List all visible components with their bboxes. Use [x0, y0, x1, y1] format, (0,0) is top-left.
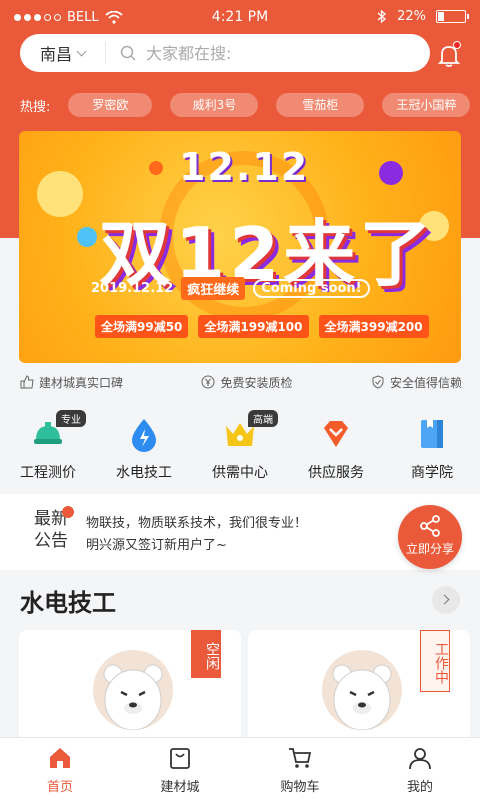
- notice-line: 明兴源又签订新用户了~: [86, 538, 227, 553]
- user-icon: [409, 748, 431, 770]
- category-item[interactable]: 水电技工: [96, 408, 192, 488]
- hot-search-chip[interactable]: 威利3号: [170, 93, 259, 117]
- bear-avatar-icon: [103, 664, 163, 730]
- shopping-bag-icon: [170, 748, 190, 769]
- tab-materials[interactable]: 建材城: [120, 738, 240, 800]
- banner-date-title: 12.12: [179, 145, 310, 189]
- category-label: 供应服务: [308, 465, 364, 481]
- search-bar: 南昌: [20, 34, 430, 72]
- notification-button[interactable]: [436, 41, 462, 68]
- guarantee-row: 建材城真实口碑 免费安装质检 安全值得信赖: [20, 372, 462, 392]
- diamond-icon: [324, 421, 348, 447]
- category-label: 商学院: [411, 465, 453, 481]
- tab-home[interactable]: 首页: [0, 738, 120, 800]
- tab-label: 建材城: [160, 780, 200, 795]
- hot-search-chip[interactable]: 雪茄柜: [276, 93, 365, 117]
- chevron-down-icon: [76, 46, 87, 56]
- status-badge: 空闲: [191, 630, 221, 678]
- promo-label: 全场满99减50: [95, 315, 189, 338]
- battery-icon: [436, 10, 469, 23]
- guarantee-label: 建材城真实口碑: [39, 375, 124, 390]
- search-input[interactable]: [146, 43, 396, 63]
- guarantee-label: 免费安装质检: [220, 375, 293, 390]
- banner-date-line: 2019.12.12: [91, 280, 174, 296]
- category-grid: 专业 工程测价 水电技工 高端 供需中心 供应服务 商学院: [0, 408, 480, 488]
- banner-subline: 2019.12.12 疯狂继续 Coming soon!: [91, 275, 370, 301]
- guarantee-item: 安全值得信赖: [371, 372, 462, 392]
- category-item[interactable]: 高端 供需中心: [192, 408, 288, 488]
- city-label: 南昌: [39, 45, 72, 64]
- notification-dot: [453, 41, 461, 49]
- category-badge: 高端: [248, 410, 278, 427]
- hot-search-label: 热搜:: [20, 99, 51, 115]
- promo-banner[interactable]: 12.12 双12来了 2019.12.12 疯狂继续 Coming soon!…: [19, 131, 461, 363]
- status-badge: 工作中: [420, 630, 450, 692]
- status-bar: BELL 4:21 PM 22%: [0, 0, 480, 34]
- search-field[interactable]: [106, 43, 430, 63]
- promo-label: 全场满199减100: [198, 315, 309, 338]
- hot-search-chip[interactable]: 王冠小国粹: [382, 93, 471, 117]
- category-label: 供需中心: [212, 465, 268, 481]
- decor-ball: [77, 227, 97, 247]
- water-drop-icon: [132, 419, 156, 452]
- battery-percent: 22%: [397, 9, 426, 24]
- cart-icon: [289, 748, 312, 768]
- promo-label: 全场满399减200: [318, 315, 429, 338]
- share-button[interactable]: 立即分享: [398, 505, 462, 569]
- guarantee-item: 建材城真实口碑: [20, 372, 123, 392]
- shield-icon: [372, 375, 384, 389]
- decor-ball: [379, 161, 403, 185]
- tab-cart[interactable]: 购物车: [240, 738, 360, 800]
- category-label: 水电技工: [116, 465, 172, 481]
- home-icon: [50, 748, 70, 768]
- tab-label: 首页: [46, 780, 73, 795]
- category-item[interactable]: 商学院: [384, 408, 480, 488]
- bluetooth-icon: [377, 9, 387, 24]
- hot-search-chip[interactable]: 罗密欧: [68, 93, 153, 117]
- bear-avatar-icon: [332, 664, 392, 730]
- category-item[interactable]: 供应服务: [288, 408, 384, 488]
- book-icon: [421, 420, 443, 448]
- chevron-right-icon: [439, 594, 450, 605]
- banner-tag: 疯狂继续: [181, 276, 246, 300]
- decor-circle: [37, 171, 83, 217]
- yuan-icon: [201, 375, 215, 389]
- banner-promos: 全场满99减50 全场满199减100 全场满399减200: [95, 315, 429, 338]
- notice-line: 物联技，物质联系技术，我们很专业！: [86, 516, 308, 531]
- more-button[interactable]: [432, 586, 460, 614]
- hot-search-row: 热搜: 罗密欧 威利3号 雪茄柜 王冠小国粹: [20, 92, 471, 118]
- category-badge: 专业: [56, 410, 86, 427]
- city-selector[interactable]: 南昌: [20, 42, 106, 64]
- share-label: 立即分享: [405, 542, 454, 556]
- search-icon: [120, 45, 136, 61]
- tab-label: 我的: [406, 780, 433, 795]
- tab-profile[interactable]: 我的: [360, 738, 480, 800]
- avatar: [93, 650, 173, 730]
- category-label: 工程测价: [20, 465, 76, 481]
- share-icon: [420, 515, 440, 537]
- section-title: 水电技工: [20, 589, 116, 617]
- new-indicator: [62, 506, 74, 518]
- guarantee-item: 免费安装质检: [201, 372, 293, 392]
- tab-label: 购物车: [280, 780, 320, 795]
- guarantee-label: 安全值得信赖: [389, 375, 462, 390]
- category-item[interactable]: 专业 工程测价: [0, 408, 96, 488]
- decor-coin: [149, 161, 163, 175]
- banner-coming-soon: Coming soon!: [253, 278, 370, 298]
- thumbs-up-icon: [20, 375, 34, 389]
- avatar: [322, 650, 402, 730]
- bottom-tab-bar: 首页 建材城 购物车 我的: [0, 737, 480, 800]
